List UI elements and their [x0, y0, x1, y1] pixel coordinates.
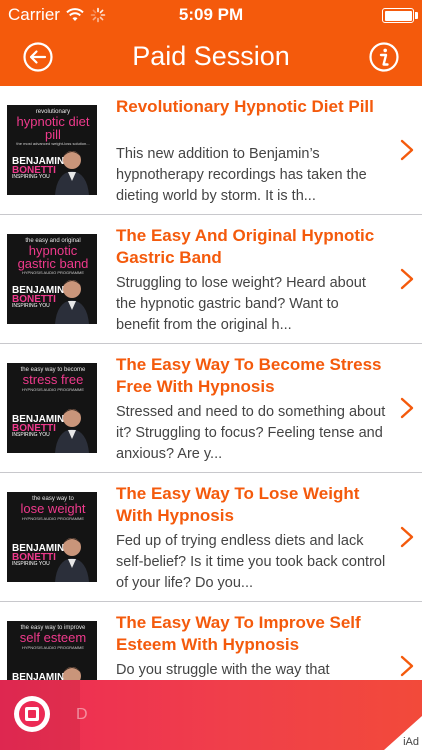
- session-title: The Easy Way To Lose Weight With Hypnosi…: [116, 484, 360, 525]
- cover-main-text: hypnotic gastric band: [17, 243, 89, 271]
- battery-tip: [415, 12, 418, 19]
- ad-target-icon[interactable]: [12, 694, 52, 734]
- chevron-right-icon: [400, 268, 414, 290]
- session-cover-image: revolutionary hypnotic diet pill the mos…: [7, 105, 97, 195]
- cover-sub-text: HYPNOSIS AUDIO PROGRAMME: [21, 515, 84, 521]
- session-cover-image: the easy way to improve self esteem HYPN…: [7, 621, 97, 680]
- session-title: The Easy Way To Improve Self Esteem With…: [116, 613, 361, 654]
- author-portrait-icon: [55, 280, 89, 324]
- chevron-right-icon: [400, 655, 414, 677]
- session-row[interactable]: the easy way to lose weight HYPNOSIS AUD…: [0, 473, 422, 602]
- cover-sub-text: the most advanced weight-loss solution..…: [16, 140, 90, 146]
- session-description: Struggling to lose weight? Heard about t…: [116, 275, 366, 333]
- chevron-right-icon: [400, 526, 414, 548]
- session-row[interactable]: the easy and original hypnotic gastric b…: [0, 215, 422, 344]
- page-title: Paid Session: [132, 41, 290, 71]
- session-description: Fed up of trying endless diets and lack …: [116, 533, 386, 591]
- status-bar: Carrier 5:09 PM: [0, 0, 422, 30]
- session-cover-image: the easy way to lose weight HYPNOSIS AUD…: [7, 492, 97, 582]
- session-description: This new addition to Benjamin’s hypnothe…: [116, 146, 367, 204]
- cover-main-text: self esteem: [19, 630, 87, 646]
- status-time: 5:09 PM: [178, 5, 244, 24]
- session-row[interactable]: the easy way to become stress free HYPNO…: [0, 344, 422, 473]
- session-title: The Easy And Original Hypnotic Gastric B…: [116, 226, 375, 267]
- battery-icon: [382, 8, 414, 23]
- cover-sub-text: HYPNOSIS AUDIO PROGRAMME: [21, 644, 84, 650]
- author-portrait-icon: [63, 667, 81, 680]
- session-description: Do you struggle with the way that: [116, 662, 330, 678]
- info-circle-icon[interactable]: [368, 41, 400, 73]
- cover-main-text: stress free: [22, 372, 84, 388]
- nav-bar: Paid Session: [0, 30, 422, 86]
- session-row[interactable]: the easy way to improve self esteem HYPN…: [0, 602, 422, 680]
- ad-banner[interactable]: D iAd: [0, 680, 422, 750]
- cover-main-text: hypnotic diet pill: [16, 114, 90, 142]
- author-portrait-icon: [55, 151, 89, 195]
- session-cover-image: the easy and original hypnotic gastric b…: [7, 234, 97, 324]
- chevron-right-icon: [400, 397, 414, 419]
- cover-sub-text: HYPNOSIS AUDIO PROGRAMME: [21, 269, 84, 275]
- cover-sub-text: HYPNOSIS AUDIO PROGRAMME: [21, 386, 84, 392]
- author-portrait-icon: [55, 409, 89, 453]
- iad-label: iAd: [403, 736, 419, 748]
- session-title: The Easy Way To Become Stress Free With …: [116, 355, 382, 396]
- session-list: revolutionary hypnotic diet pill the mos…: [0, 86, 422, 680]
- ad-text: D: [76, 706, 88, 723]
- session-cover-image: the easy way to become stress free HYPNO…: [7, 363, 97, 453]
- session-title: Revolutionary Hypnotic Diet Pill: [116, 97, 374, 116]
- cover-main-text: lose weight: [20, 501, 86, 517]
- author-portrait-icon: [55, 538, 89, 582]
- chevron-right-icon: [400, 139, 414, 161]
- session-row[interactable]: revolutionary hypnotic diet pill the mos…: [0, 86, 422, 215]
- session-description: Stressed and need to do something about …: [116, 404, 386, 462]
